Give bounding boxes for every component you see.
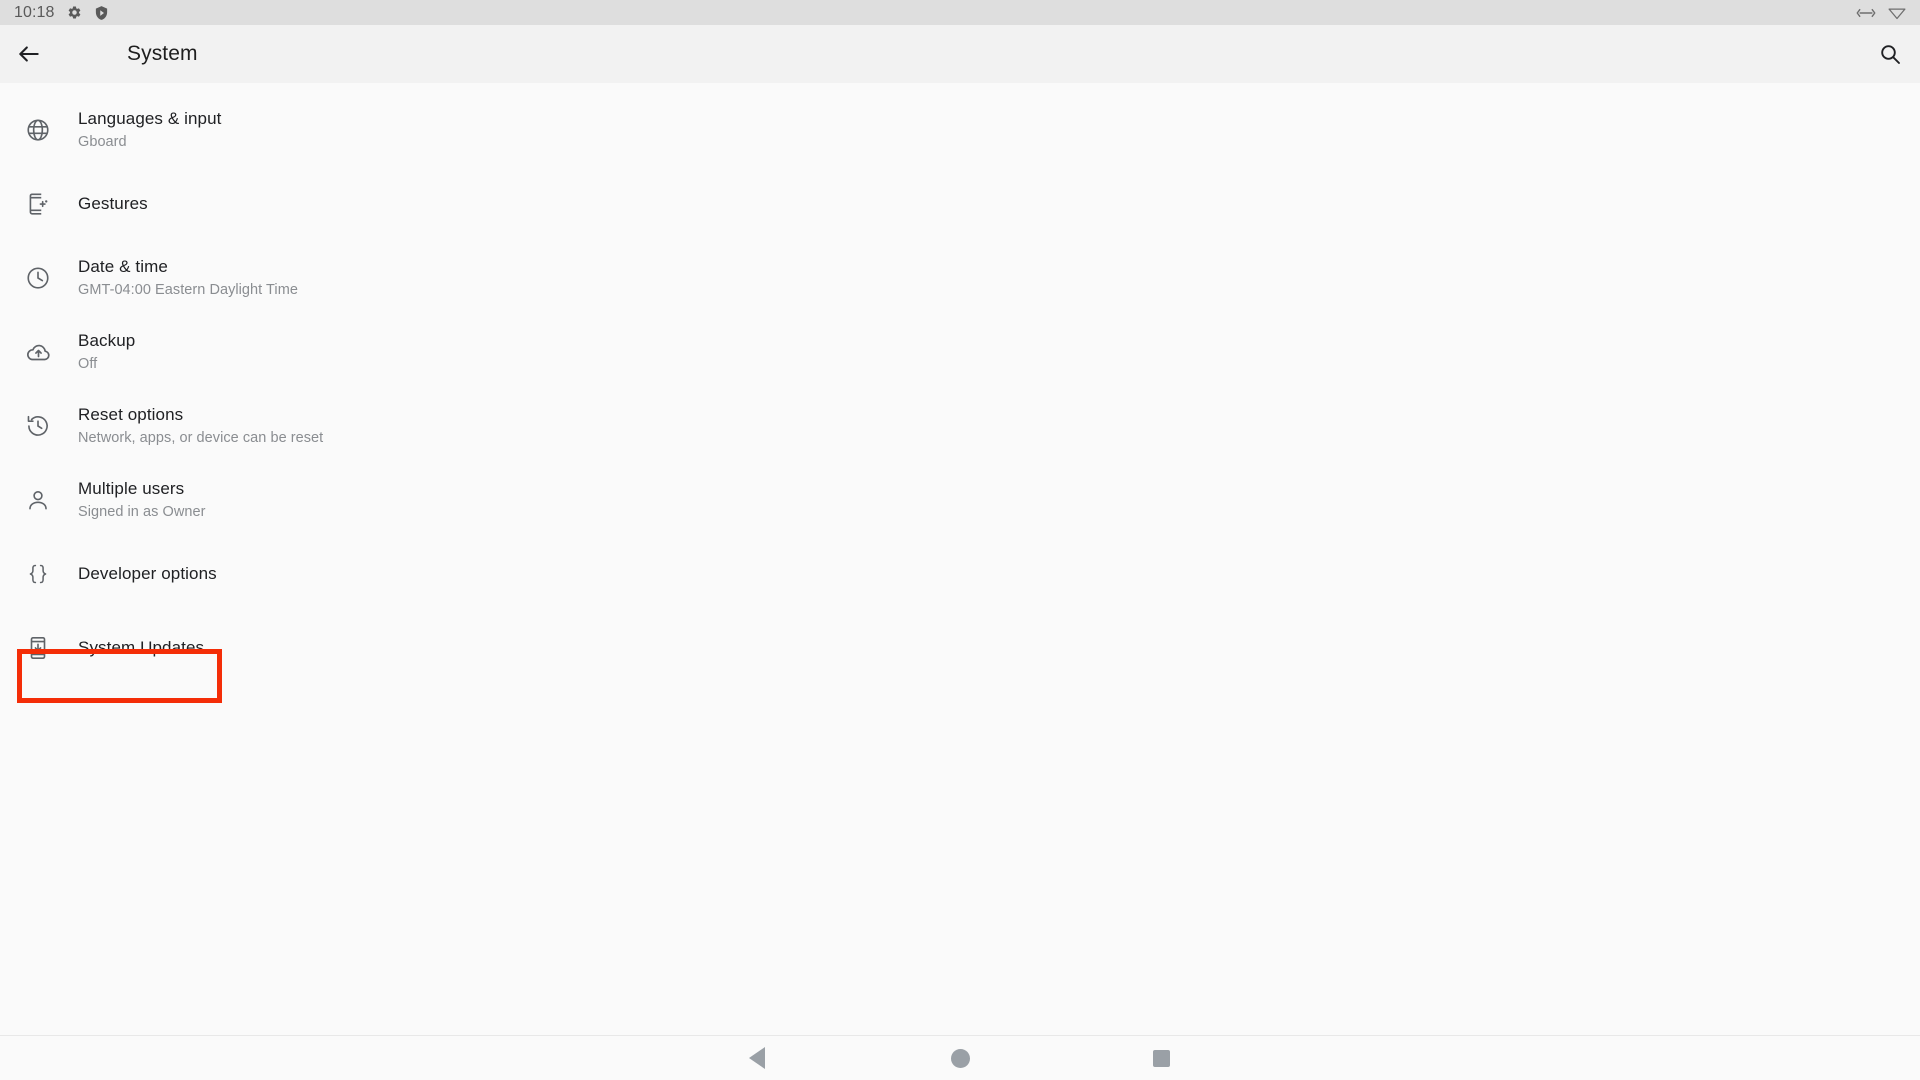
ethernet-arrows-icon — [1856, 6, 1876, 20]
nav-back-icon[interactable] — [727, 1038, 787, 1078]
settings-item-title: Multiple users — [78, 479, 185, 498]
app-bar: System — [0, 25, 1920, 83]
status-bar-left: 10:18 — [14, 4, 109, 22]
back-button[interactable] — [13, 38, 45, 70]
status-bar: 10:18 — [0, 0, 1920, 25]
settings-item-gestures[interactable]: Gestures — [0, 167, 1920, 241]
settings-item-text: Languages & input Gboard — [78, 108, 222, 152]
settings-item-title: System Updates — [78, 638, 205, 657]
page-title: System — [127, 42, 198, 65]
settings-item-text: System Updates — [78, 637, 204, 659]
settings-list: Languages & input Gboard Gestures Date & … — [0, 83, 1920, 685]
settings-item-subtitle: Off — [78, 356, 98, 372]
nav-recents-square — [1152, 1049, 1170, 1067]
settings-item-reset-options[interactable]: Reset options Network, apps, or device ca… — [0, 389, 1920, 463]
settings-item-text: Reset options Network, apps, or device ca… — [78, 404, 323, 448]
person-icon — [18, 480, 58, 520]
restore-history-icon — [18, 406, 58, 446]
settings-item-text: Multiple users Signed in as Owner — [78, 478, 205, 522]
cloud-upload-icon — [18, 332, 58, 372]
settings-item-backup[interactable]: Backup Off — [0, 315, 1920, 389]
nav-back-triangle — [749, 1047, 765, 1069]
settings-item-multiple-users[interactable]: Multiple users Signed in as Owner — [0, 463, 1920, 537]
settings-item-text: Gestures — [78, 193, 148, 215]
nav-home-circle — [950, 1048, 970, 1068]
status-bar-clock: 10:18 — [14, 3, 55, 21]
search-icon[interactable] — [1872, 36, 1908, 72]
globe-icon — [18, 110, 58, 150]
settings-item-subtitle: Network, apps, or device can be reset — [78, 430, 324, 446]
nav-recents-icon[interactable] — [1131, 1038, 1191, 1078]
navigation-bar — [0, 1035, 1920, 1080]
wifi-icon — [1888, 5, 1906, 20]
settings-item-languages-input[interactable]: Languages & input Gboard — [0, 93, 1920, 167]
settings-item-subtitle: Signed in as Owner — [78, 504, 206, 520]
settings-item-developer-options[interactable]: Developer options — [0, 537, 1920, 611]
settings-item-title: Gestures — [78, 194, 148, 213]
system-update-icon — [18, 628, 58, 668]
settings-item-title: Languages & input — [78, 109, 222, 128]
status-bar-right — [1856, 5, 1906, 20]
settings-item-text: Date & time GMT-04:00 Eastern Daylight Ti… — [78, 256, 298, 300]
play-protect-shield-icon — [94, 5, 109, 21]
settings-item-date-time[interactable]: Date & time GMT-04:00 Eastern Daylight Ti… — [0, 241, 1920, 315]
clock-icon — [18, 258, 58, 298]
settings-item-title: Reset options — [78, 405, 184, 424]
settings-item-title: Backup — [78, 331, 136, 350]
gestures-phone-icon — [18, 184, 58, 224]
settings-item-subtitle: Gboard — [78, 134, 127, 150]
settings-item-title: Developer options — [78, 564, 217, 583]
settings-item-text: Backup Off — [78, 330, 135, 374]
settings-item-subtitle: GMT-04:00 Eastern Daylight Time — [78, 282, 298, 298]
settings-item-text: Developer options — [78, 563, 217, 585]
settings-content: Languages & input Gboard Gestures Date & … — [0, 83, 1920, 1035]
settings-item-title: Date & time — [78, 257, 168, 276]
curly-braces-icon — [18, 554, 58, 594]
settings-gear-icon — [67, 5, 82, 20]
nav-home-icon[interactable] — [930, 1038, 990, 1078]
settings-item-system-updates[interactable]: System Updates — [0, 611, 1920, 685]
